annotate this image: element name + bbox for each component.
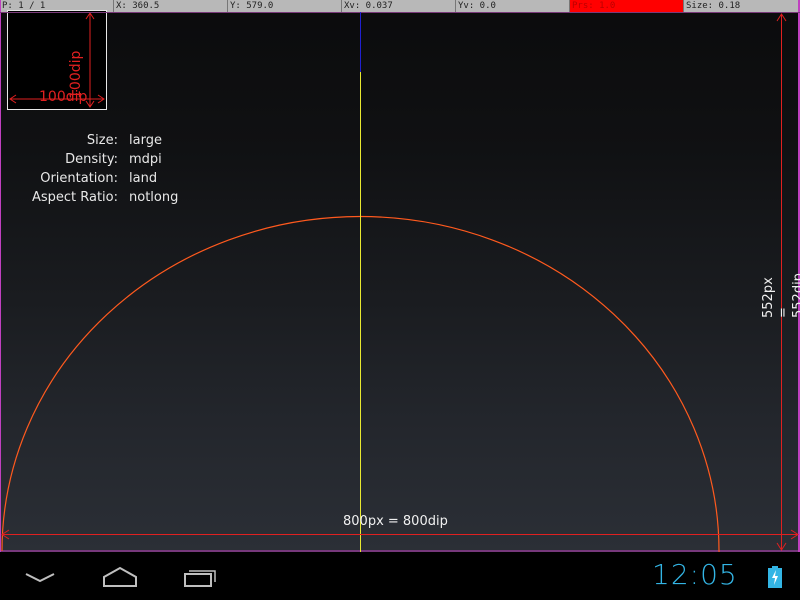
width-dimension-line <box>1 529 799 540</box>
home-icon <box>103 566 137 587</box>
width-dimension-label: 800px = 800dip <box>343 514 448 529</box>
navigation-bar: 12:05 <box>0 552 800 600</box>
recents-button[interactable] <box>180 564 220 590</box>
back-button[interactable] <box>20 564 60 590</box>
height-dimension-label: 552px = 552dip <box>761 273 800 318</box>
battery-charging-icon <box>768 566 782 588</box>
status-clock: 12:05 <box>652 558 738 591</box>
device-screen: P: 1 / 1 X: 360.5 Y: 579.0 Xv: 0.037 Yv:… <box>0 0 800 600</box>
recents-icon <box>184 570 216 587</box>
touch-arc <box>1 215 723 600</box>
back-icon <box>25 573 55 583</box>
home-button[interactable] <box>100 564 140 590</box>
measurement-overlay <box>0 0 800 600</box>
